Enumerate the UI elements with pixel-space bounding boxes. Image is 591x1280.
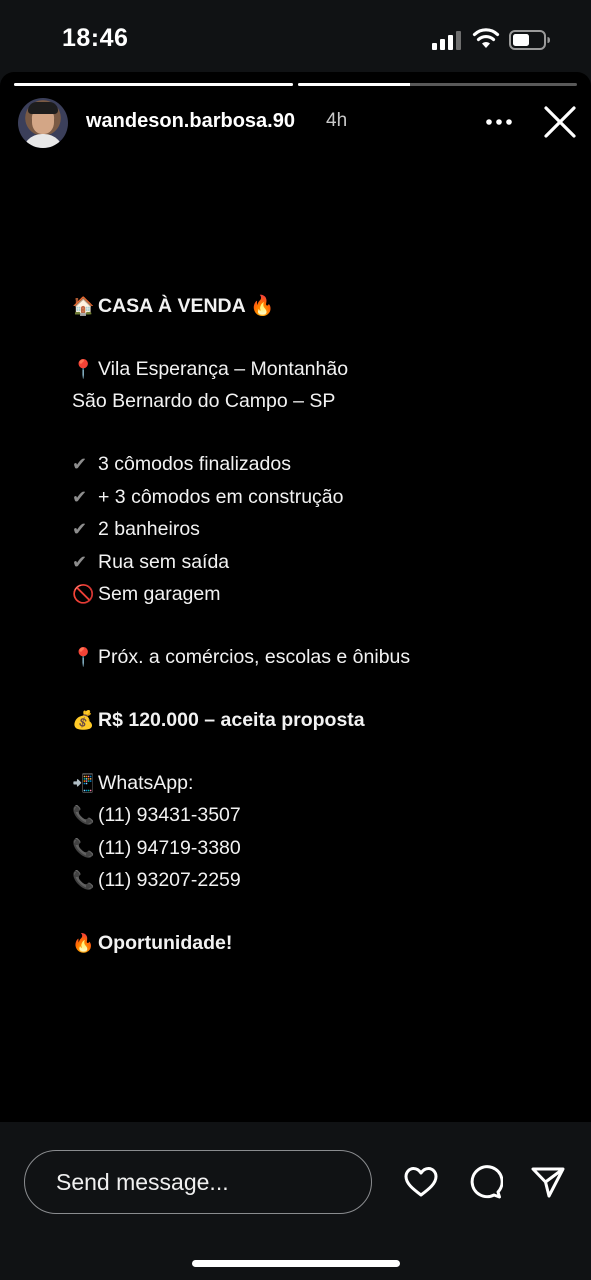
feature-text: Rua sem saída — [98, 550, 230, 573]
fire-emoji: 🔥 — [250, 295, 275, 317]
feature-text: + 3 cômodos em construção — [98, 485, 344, 508]
progress-fill — [14, 83, 293, 86]
check-icon: ✔ — [72, 454, 88, 475]
phone-number[interactable]: (11) 94719-3380 — [98, 837, 241, 859]
feature-item: ✔ Rua sem saída — [72, 546, 542, 578]
paper-plane-icon[interactable] — [530, 1164, 566, 1200]
telephone-emoji: 📞 — [72, 837, 95, 858]
chat-bubble-icon[interactable] — [467, 1164, 503, 1200]
phone-number[interactable]: (11) 93431-3507 — [98, 804, 241, 826]
mobile-arrow-emoji: 📲 — [72, 772, 95, 793]
wifi-icon — [472, 28, 500, 48]
avatar[interactable] — [18, 98, 68, 148]
whatsapp-line: 📲 WhatsApp: — [72, 767, 542, 799]
reply-bar — [0, 1122, 591, 1280]
status-bar: 18:46 — [0, 0, 591, 78]
story-header: wandeson.barbosa.90 4h — [18, 98, 578, 148]
closing-text: Oportunidade! — [98, 932, 233, 955]
location-neighborhood: Vila Esperança – Montanhão — [98, 357, 349, 380]
pin-emoji: 📍 — [72, 646, 95, 667]
telephone-emoji: 📞 — [72, 870, 95, 891]
phone-line: 📞 (11) 93207-2259 — [72, 864, 542, 896]
prohibited-emoji: 🚫 — [72, 583, 95, 604]
more-options-icon[interactable] — [484, 110, 514, 134]
location-city: São Bernardo do Campo – SP — [72, 390, 336, 413]
username[interactable]: wandeson.barbosa.90 — [86, 110, 295, 133]
progress-fill — [298, 83, 410, 86]
price-line: 💰 R$ 120.000 – aceita proposta — [72, 704, 542, 736]
no-garage-item: 🚫 Sem garagem — [72, 578, 542, 610]
phone-line: 📞 (11) 93431-3507 — [72, 799, 542, 831]
fire-emoji: 🔥 — [72, 933, 95, 954]
post-text: 🏠 CASA À VENDA 🔥 📍 Vila Esperança – Montan… — [72, 290, 542, 959]
post-title: CASA À VENDA — [98, 295, 245, 317]
closing-line: 🔥 Oportunidade! — [72, 927, 542, 959]
post-time-ago: 4h — [326, 110, 348, 131]
nearby-text: Próx. a comércios, escolas e ônibus — [98, 645, 411, 668]
location-line-1: 📍 Vila Esperança – Montanhão — [72, 353, 542, 385]
no-garage-text: Sem garagem — [98, 582, 221, 605]
pin-emoji: 📍 — [72, 358, 95, 379]
check-icon: ✔ — [72, 486, 88, 507]
story-card[interactable]: wandeson.barbosa.90 4h 🏠 CASA À VENDA 🔥 📍… — [0, 72, 591, 1122]
progress-segment — [14, 83, 293, 86]
phone-number[interactable]: (11) 93207-2259 — [98, 869, 241, 891]
phone-line: 📞 (11) 94719-3380 — [72, 832, 542, 864]
post-title-line: 🏠 CASA À VENDA 🔥 — [72, 290, 542, 322]
price-text: R$ 120.000 – aceita proposta — [98, 708, 365, 731]
telephone-emoji: 📞 — [72, 805, 95, 826]
send-message-input[interactable] — [24, 1150, 372, 1214]
feature-item: ✔ 3 cômodos finalizados — [72, 448, 542, 480]
feature-item: ✔ + 3 cômodos em construção — [72, 481, 542, 513]
feature-text: 3 cômodos finalizados — [98, 453, 291, 476]
home-indicator[interactable] — [192, 1260, 400, 1267]
feature-text: 2 banheiros — [98, 518, 200, 541]
story-progress — [14, 83, 577, 87]
heart-icon[interactable] — [403, 1164, 439, 1200]
progress-segment — [298, 83, 577, 86]
close-icon[interactable] — [542, 104, 578, 140]
money-bag-emoji: 💰 — [72, 709, 95, 730]
check-icon: ✔ — [72, 551, 88, 572]
check-icon: ✔ — [72, 519, 88, 540]
feature-item: ✔ 2 banheiros — [72, 513, 542, 545]
battery-icon — [509, 30, 550, 50]
status-time: 18:46 — [62, 24, 129, 52]
cellular-signal-icon — [432, 31, 461, 50]
house-emoji: 🏠 — [72, 296, 95, 316]
nearby-line: 📍 Próx. a comércios, escolas e ônibus — [72, 641, 542, 673]
story-screen: 18:46 wandeson.barbosa.90 4h 🏠 CASA À VE… — [0, 0, 591, 1280]
whatsapp-label: WhatsApp: — [98, 771, 194, 794]
